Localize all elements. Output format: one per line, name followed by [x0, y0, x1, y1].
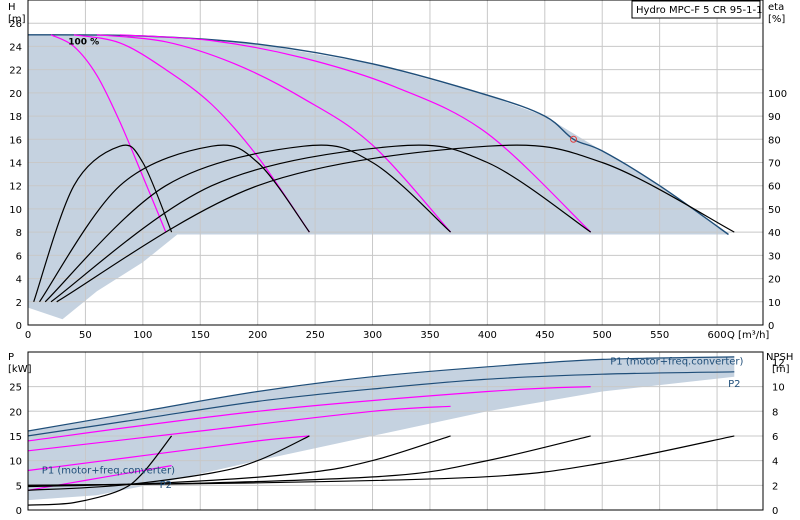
- y2-tick-label: 100: [768, 89, 787, 100]
- y-tick-label: 22: [9, 66, 22, 77]
- power-npsh-panel: 0510152025 024681012 P1 (motor+freq.conv…: [8, 351, 793, 517]
- x-tick-label: 250: [306, 330, 325, 341]
- y2-tick-label: 4: [772, 457, 778, 468]
- y-tick-label: 2: [16, 298, 22, 309]
- y-tick-label: 6: [16, 251, 22, 262]
- y-tick-label: 10: [9, 457, 22, 468]
- operating-area: [28, 34, 729, 320]
- curve-label: P1 (motor+freq.converter): [610, 356, 743, 367]
- x-tick-label: 150: [191, 330, 210, 341]
- y-tick-labels: 02468101214161820222426: [9, 19, 22, 332]
- y-tick-label: 12: [9, 182, 22, 193]
- x-tick-label: 0: [25, 330, 31, 341]
- y-tick-label: 0: [16, 321, 22, 332]
- x-tick-label: 450: [535, 330, 554, 341]
- y-tick-label: 25: [9, 383, 22, 394]
- power-area: [28, 356, 735, 501]
- y2-tick-label: 10: [772, 383, 785, 394]
- y2-tick-labels: 0102030405060708090100: [768, 89, 787, 332]
- y-tick-label: 16: [9, 135, 22, 146]
- curve-label: P1 (motor+freq.converter): [42, 466, 175, 477]
- power-area-fill: [28, 356, 735, 501]
- y-tick-label: 20: [9, 89, 22, 100]
- y2-tick-label: 80: [768, 135, 781, 146]
- y-tick-label: 10: [9, 205, 22, 216]
- x-tick-label: 50: [79, 330, 92, 341]
- y-tick-label: 8: [16, 228, 22, 239]
- y2-tick-label: 20: [768, 275, 781, 286]
- y2-tick-label: 6: [772, 432, 778, 443]
- y-tick-label: 18: [9, 112, 22, 123]
- x-tick-label: 550: [650, 330, 669, 341]
- y-tick-labels: 0 5 10 15 20 25: [9, 383, 22, 517]
- x-tick-label: 100: [133, 330, 152, 341]
- x-tick-label: 200: [248, 330, 267, 341]
- y-axis-unit: [kW]: [8, 364, 32, 375]
- y2-axis-title: NPSH: [766, 352, 793, 363]
- y2-tick-label: 30: [768, 251, 781, 262]
- y-axis-unit: [m]: [8, 14, 26, 25]
- x-tick-label: 400: [478, 330, 497, 341]
- y2-tick-label: 8: [772, 407, 778, 418]
- pump-performance-chart: 100 % 0 50 100 150 200 250 300 350 400 450 500 550 6…: [8, 0, 793, 517]
- y2-tick-label: 70: [768, 159, 781, 170]
- speed-annotation: 100 %: [68, 38, 99, 48]
- x-tick-label: 500: [593, 330, 612, 341]
- y2-tick-label: 10: [768, 298, 781, 309]
- y2-axis-unit: [m]: [772, 364, 790, 375]
- curve-label: P2: [728, 379, 740, 390]
- x-tick-label: 350: [420, 330, 439, 341]
- y-tick-label: 5: [16, 481, 22, 492]
- y2-tick-label: 2: [772, 481, 778, 492]
- y2-tick-label: 60: [768, 182, 781, 193]
- y2-axis-title: eta: [768, 2, 784, 13]
- y-tick-label: 15: [9, 432, 22, 443]
- y-tick-label: 14: [9, 159, 22, 170]
- x-tick-labels: 0 50 100 150 200 250 300 350 400 450 500 550 600: [25, 330, 727, 341]
- y-tick-label: 0: [16, 506, 22, 517]
- x-tick-label: 300: [363, 330, 382, 341]
- y-axis-title: H: [8, 2, 16, 13]
- y-axis-title: P: [8, 352, 14, 363]
- y2-tick-labels: 024681012: [772, 358, 785, 517]
- y-tick-label: 20: [9, 407, 22, 418]
- y-tick-label: 4: [16, 275, 22, 286]
- head-eta-panel: 100 % 0 50 100 150 200 250 300 350 400 450 500 550 6…: [8, 0, 787, 341]
- x-tick-label: 600: [708, 330, 727, 341]
- y2-tick-label: 50: [768, 205, 781, 216]
- y2-axis-unit: [%]: [768, 14, 785, 25]
- y2-tick-label: 0: [772, 506, 778, 517]
- y-tick-label: 24: [9, 42, 22, 53]
- x-axis-title: Q [m³/h]: [727, 330, 769, 341]
- y2-tick-label: 90: [768, 112, 781, 123]
- chart-title: Hydro MPC-F 5 CR 95-1-1: [636, 5, 762, 16]
- curve-label: P2: [160, 480, 172, 491]
- operating-area-fill: [28, 34, 729, 320]
- y2-tick-label: 40: [768, 228, 781, 239]
